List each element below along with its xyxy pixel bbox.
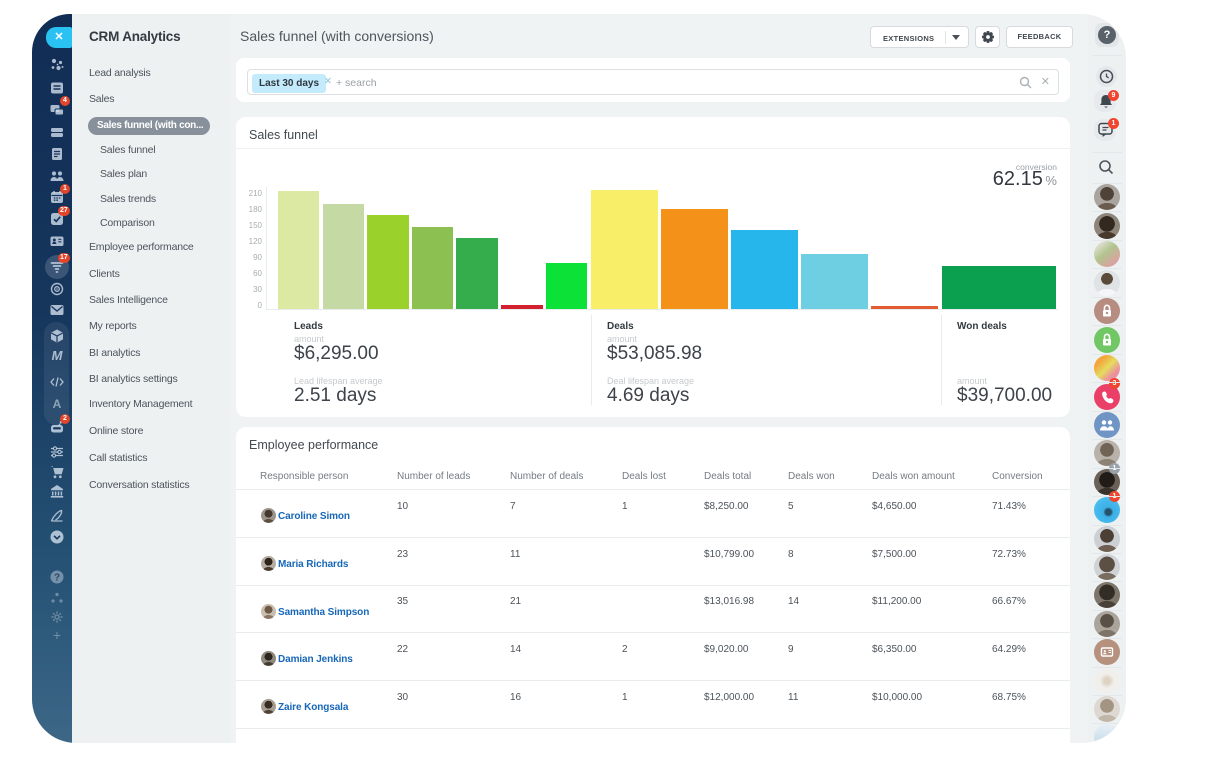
svg-text:?: ?: [54, 573, 60, 584]
